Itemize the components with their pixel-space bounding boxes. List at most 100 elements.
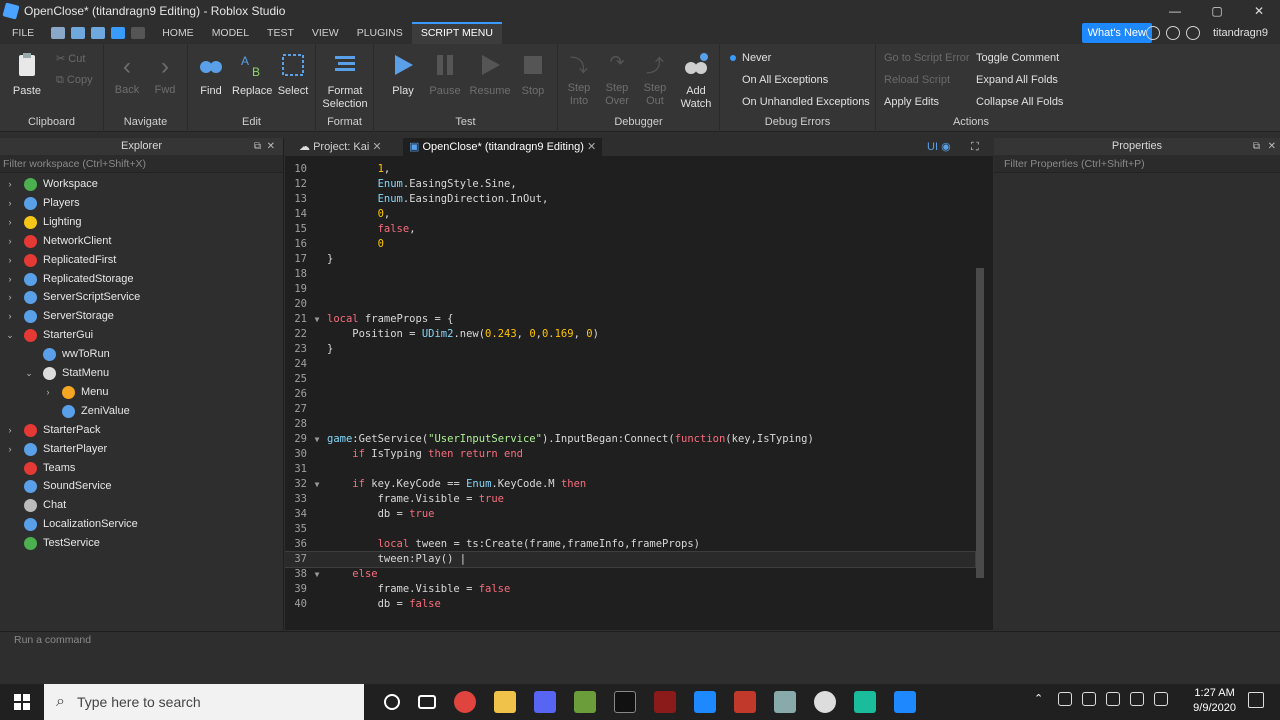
on-unhandled-exceptions-option[interactable]: On Unhandled Exceptions <box>730 96 870 108</box>
scrollbar-thumb[interactable] <box>976 268 984 578</box>
explorer-filter-input[interactable]: Filter workspace (Ctrl+Shift+X) <box>0 155 283 173</box>
chevron-up-icon[interactable]: ⌃ <box>1034 692 1048 706</box>
properties-filter-input[interactable]: Filter Properties (Ctrl+Shift+P) <box>994 155 1280 173</box>
command-bar[interactable]: Run a command <box>0 631 1280 648</box>
taskbar-search-input[interactable]: ⌕ Type here to search <box>44 684 364 720</box>
onedrive-icon[interactable] <box>1082 692 1096 706</box>
tab-script-menu[interactable]: SCRIPT MENU <box>411 22 502 44</box>
volume-icon[interactable] <box>1106 692 1120 706</box>
expand-arrow-icon[interactable]: › <box>4 440 16 459</box>
expand-arrow-icon[interactable]: ⌄ <box>4 326 16 345</box>
select-button[interactable]: Select <box>274 52 312 97</box>
back-button[interactable]: ‹ Back <box>110 54 144 97</box>
settings-icon[interactable] <box>1166 26 1180 40</box>
reload-script-button[interactable]: Reload Script <box>884 74 950 86</box>
close-icon[interactable]: ✕ <box>372 141 381 153</box>
filezilla-icon[interactable] <box>734 691 756 713</box>
explorer-item[interactable]: › Workspace <box>4 175 98 194</box>
paste-button[interactable]: Paste <box>10 52 44 97</box>
code-area[interactable]: 10 1, 12 Enum.EasingStyle.Sine, 13 Enum.… <box>285 162 985 626</box>
close-window-button[interactable]: ✕ <box>1238 0 1280 22</box>
expand-all-folds-button[interactable]: Expand All Folds <box>976 74 1058 86</box>
explorer-item[interactable]: › NetworkClient <box>4 232 111 251</box>
minimize-button[interactable]: — <box>1154 0 1196 22</box>
forward-button[interactable]: › Fwd <box>148 54 182 97</box>
close-icon[interactable]: ✕ <box>267 138 275 155</box>
expand-arrow-icon[interactable]: › <box>4 421 16 440</box>
tab-test[interactable]: TEST <box>258 22 303 44</box>
task-view-icon[interactable] <box>418 695 436 709</box>
explorer-item[interactable]: › StarterPack <box>4 421 100 440</box>
step-into-button[interactable]: ⤵ Step Into <box>562 52 596 108</box>
roblox-studio-taskbar-icon[interactable] <box>694 691 716 713</box>
explorer-item[interactable]: TestService <box>4 534 100 553</box>
start-button[interactable] <box>0 684 44 720</box>
expand-arrow-icon[interactable]: › <box>4 288 16 307</box>
new-icon[interactable] <box>51 27 66 39</box>
maximize-button[interactable]: ▢ <box>1196 0 1238 22</box>
app-icon[interactable] <box>814 691 836 713</box>
roblox-icon[interactable] <box>894 691 916 713</box>
explorer-item[interactable]: › ReplicatedFirst <box>4 251 116 270</box>
publish-icon[interactable] <box>111 27 126 39</box>
help-icon[interactable] <box>1146 26 1160 40</box>
explorer-item[interactable]: LocalizationService <box>4 515 138 534</box>
pause-button[interactable]: Pause <box>426 52 464 97</box>
add-watch-button[interactable]: Add Watch <box>676 52 716 111</box>
never-option[interactable]: Never <box>730 52 771 64</box>
explorer-item[interactable]: › ReplicatedStorage <box>4 270 134 289</box>
explorer-item[interactable]: Chat <box>4 496 66 515</box>
find-button[interactable]: Find <box>194 52 228 97</box>
whats-new-button[interactable]: What's New <box>1081 23 1152 43</box>
app-icon[interactable] <box>854 691 876 713</box>
step-out-button[interactable]: ⤴ Step Out <box>638 52 672 108</box>
explorer-item[interactable]: wwToRun <box>23 345 110 364</box>
expand-arrow-icon[interactable]: › <box>4 194 16 213</box>
collapse-all-folds-button[interactable]: Collapse All Folds <box>976 96 1063 108</box>
explorer-item[interactable]: › Menu <box>42 383 109 402</box>
close-icon[interactable]: ✕ <box>1268 138 1276 155</box>
expand-arrow-icon[interactable]: › <box>42 383 54 402</box>
explorer-item[interactable]: ZeniValue <box>42 402 130 421</box>
expand-arrow-icon[interactable]: › <box>4 251 16 270</box>
explorer-item[interactable]: › ServerStorage <box>4 307 114 326</box>
explorer-item[interactable]: ⌄ StarterGui <box>4 326 93 345</box>
pen-icon[interactable] <box>1154 692 1168 706</box>
apply-edits-button[interactable]: Apply Edits <box>884 96 939 108</box>
maximize-editor-icon[interactable]: ⛶ <box>965 138 985 156</box>
copy-button[interactable]: ⧉ Copy <box>56 74 93 87</box>
toggle-comment-button[interactable]: Toggle Comment <box>976 52 1059 64</box>
ui-toggle[interactable]: UI ◉ <box>921 138 957 156</box>
on-all-exceptions-option[interactable]: On All Exceptions <box>730 74 828 86</box>
discord-icon[interactable] <box>534 691 556 713</box>
app-icon[interactable] <box>774 691 796 713</box>
customize-icon[interactable] <box>131 27 146 39</box>
undo-icon[interactable] <box>71 27 86 39</box>
explorer-item[interactable]: › StarterPlayer <box>4 440 107 459</box>
resume-button[interactable]: Resume <box>468 52 512 97</box>
explorer-item[interactable]: SoundService <box>4 477 112 496</box>
network-icon[interactable] <box>1058 692 1072 706</box>
file-explorer-icon[interactable] <box>494 691 516 713</box>
cortana-icon[interactable] <box>384 694 400 710</box>
tab-home[interactable]: HOME <box>153 22 203 44</box>
opera-icon[interactable] <box>454 691 476 713</box>
replace-button[interactable]: AB Replace <box>232 52 272 97</box>
tab-model[interactable]: MODEL <box>203 22 258 44</box>
file-menu[interactable]: FILE <box>0 22 43 44</box>
taskbar-clock[interactable]: 1:27 AM 9/9/2020 <box>1193 686 1236 716</box>
explorer-item[interactable]: › ServerScriptService <box>4 288 140 307</box>
editor-scrollbar[interactable] <box>975 162 985 626</box>
minecraft-icon[interactable] <box>574 691 596 713</box>
terminal-icon[interactable] <box>614 691 636 713</box>
tab-plugins[interactable]: PLUGINS <box>348 22 412 44</box>
expand-arrow-icon[interactable]: ⌄ <box>23 364 35 383</box>
expand-arrow-icon[interactable]: › <box>4 213 16 232</box>
tab-view[interactable]: VIEW <box>303 22 348 44</box>
play-button[interactable]: Play <box>384 52 422 97</box>
explorer-item[interactable]: › Lighting <box>4 213 82 232</box>
stop-button[interactable]: Stop <box>514 52 552 97</box>
share-icon[interactable] <box>1186 26 1200 40</box>
explorer-item[interactable]: ⌄ StatMenu <box>23 364 109 383</box>
mic-icon[interactable] <box>1130 692 1144 706</box>
